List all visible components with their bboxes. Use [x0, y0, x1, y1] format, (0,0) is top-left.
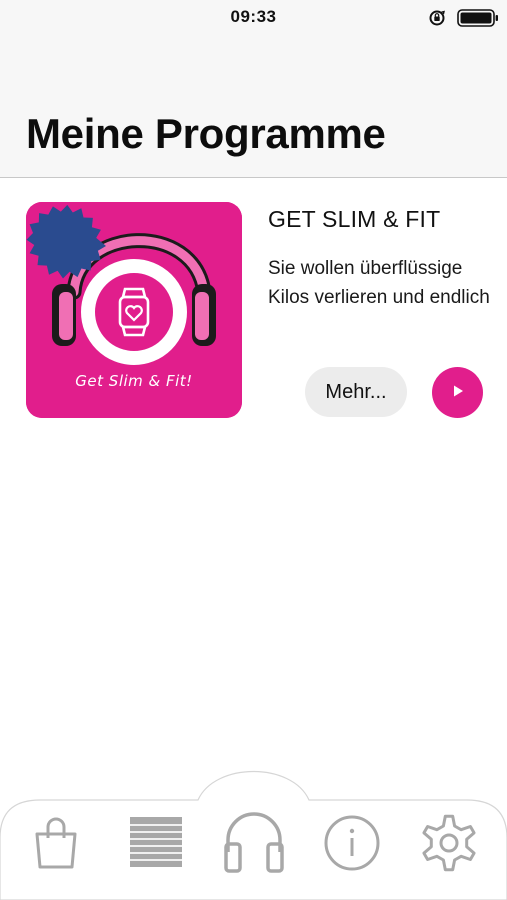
info-icon: [323, 815, 381, 876]
tab-bar: [0, 770, 507, 900]
play-button[interactable]: [432, 367, 483, 418]
shopping-bag-icon: [32, 817, 80, 874]
page-title: Meine Programme: [26, 110, 386, 157]
tab-shop[interactable]: [32, 814, 80, 875]
more-button[interactable]: Mehr...: [305, 367, 407, 417]
tab-settings[interactable]: [420, 814, 478, 877]
battery-icon: [457, 9, 499, 32]
gear-icon: [420, 814, 478, 876]
play-icon: [451, 384, 465, 401]
program-cover-image[interactable]: Get Slim & Fit!: [26, 202, 242, 418]
status-bar: 09:33: [0, 0, 507, 36]
program-card[interactable]: Get Slim & Fit! GET SLIM & FIT Sie wolle…: [0, 178, 507, 438]
tab-programs[interactable]: [221, 808, 287, 879]
tab-info[interactable]: [323, 814, 381, 877]
headphones-icon: [221, 812, 287, 878]
header: Meine Programme: [0, 36, 507, 178]
program-description: Sie wollen überflüssige Kilos verlieren …: [268, 258, 490, 308]
orientation-lock-icon: [428, 9, 446, 32]
cover-caption: Get Slim & Fit!: [75, 372, 193, 390]
list-icon: [128, 817, 184, 874]
tab-list[interactable]: [128, 814, 184, 875]
program-title[interactable]: GET SLIM & FIT: [268, 206, 440, 233]
